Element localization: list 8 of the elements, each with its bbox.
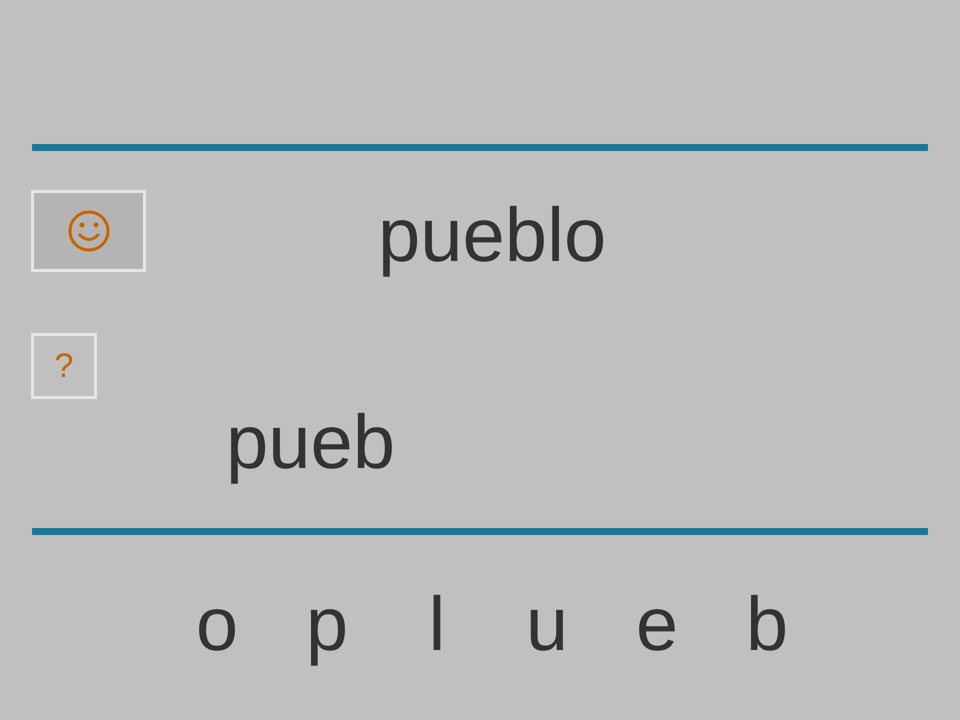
smiley-icon: [66, 209, 110, 253]
smiley-button[interactable]: [31, 190, 146, 272]
letter-tile[interactable]: l: [382, 587, 492, 663]
letter-tile[interactable]: b: [712, 587, 822, 663]
answer-text: pueb: [226, 405, 396, 485]
letter-tile[interactable]: u: [492, 587, 602, 663]
letter-tile[interactable]: e: [602, 587, 712, 663]
letter-tile[interactable]: o: [162, 587, 272, 663]
